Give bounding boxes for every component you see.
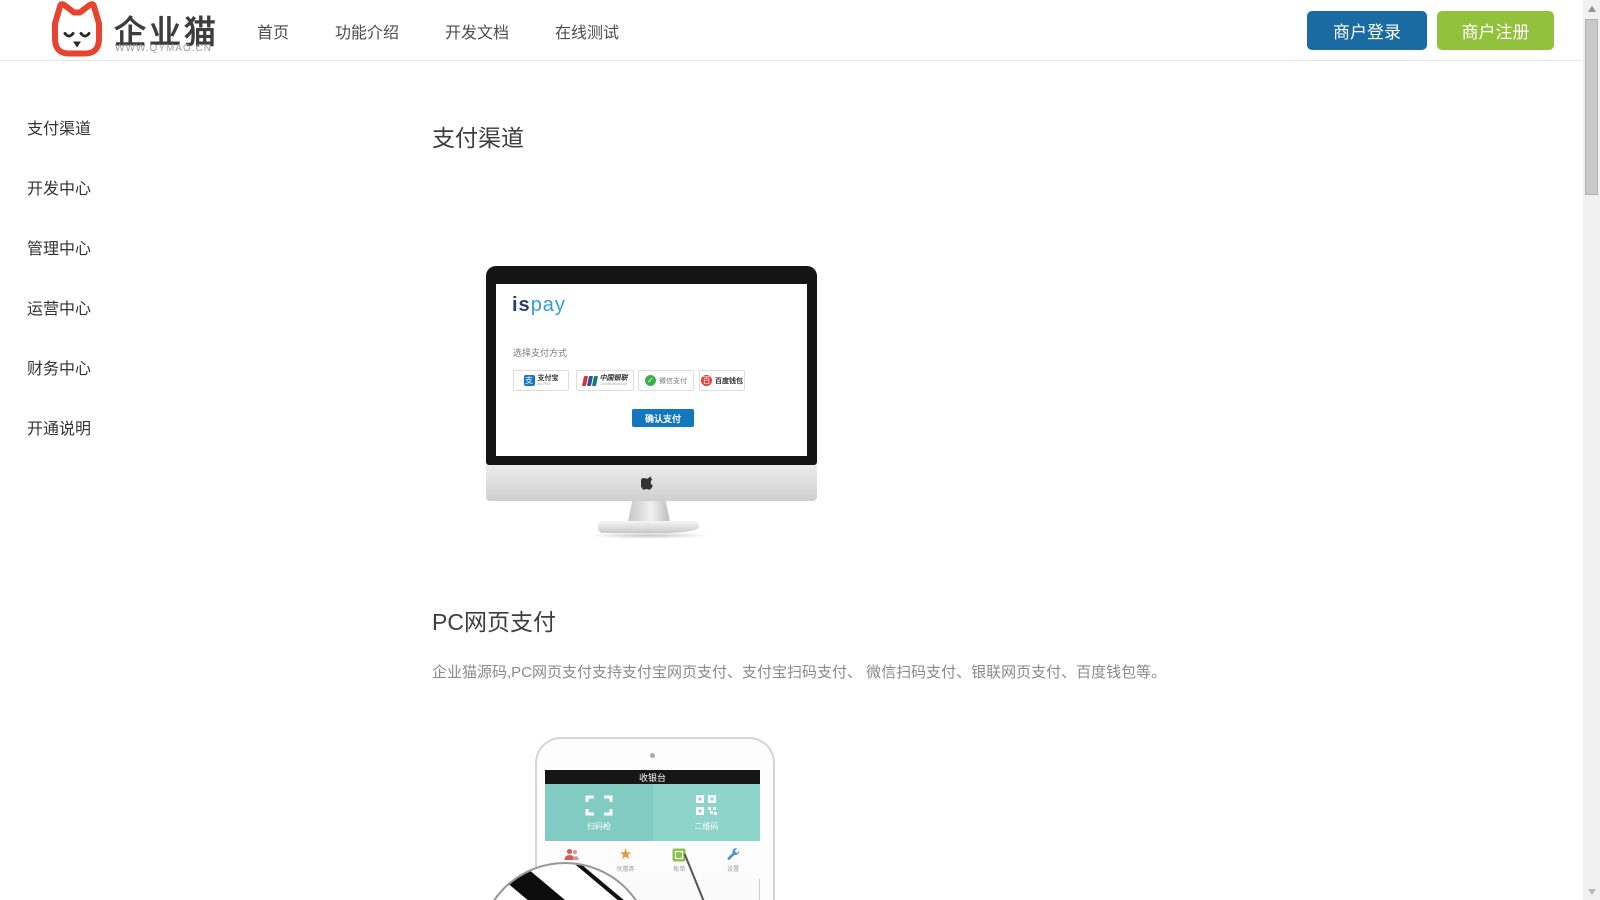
payment-option-unionpay: 中国银联 ChinaUnionpay: [576, 370, 634, 391]
ispay-logo-is: is: [512, 294, 531, 316]
baidu-wallet-icon: 百: [701, 375, 712, 386]
scroll-down-arrow-icon[interactable]: [1583, 883, 1600, 900]
payment-option-wechat: ✓ 微信支付: [638, 370, 694, 391]
settings-label: 设置: [727, 864, 739, 873]
docs-sidebar: 支付渠道 开发中心 管理中心 运营中心 财务中心 开通说明: [27, 97, 91, 457]
qr-code-panel: 二维码: [653, 784, 760, 841]
nav-item-online-test[interactable]: 在线测试: [555, 19, 619, 43]
alipay-sublabel: ALIPAY: [538, 382, 559, 386]
confirm-payment-button: 确认支付: [632, 409, 694, 427]
scrollbar-thumb[interactable]: [1585, 19, 1598, 195]
nav-item-features[interactable]: 功能介绍: [335, 19, 399, 43]
member-icon: [564, 848, 579, 861]
settings-tool: 设置: [706, 841, 760, 879]
wechat-pay-icon: ✓: [645, 375, 656, 386]
unionpay-sublabel: ChinaUnionpay: [600, 382, 628, 386]
sidebar-item-operation-center[interactable]: 运营中心: [27, 277, 91, 337]
choose-payment-label: 选择支付方式: [513, 346, 567, 359]
payment-option-baidu-wallet: 百 百度钱包: [699, 370, 745, 391]
sidebar-item-dev-center[interactable]: 开发中心: [27, 157, 91, 217]
wechat-pay-label: 微信支付: [659, 376, 687, 386]
sidebar-item-finance-center[interactable]: 财务中心: [27, 337, 91, 397]
sidebar-item-admin-center[interactable]: 管理中心: [27, 217, 91, 277]
unionpay-icon: [581, 376, 597, 386]
apple-logo-icon: [641, 475, 655, 492]
top-navigation-bar: 企业猫 WWW.QYMAO.CN 首页 功能介绍 开发文档 在线测试 商户登录 …: [0, 0, 1600, 61]
alipay-icon: 支: [524, 375, 535, 386]
brand-domain: WWW.QYMAO.CN: [115, 43, 212, 54]
merchant-login-button[interactable]: 商户登录: [1307, 11, 1427, 50]
vertical-scrollbar[interactable]: [1583, 0, 1600, 900]
tablet-camera-icon: [650, 753, 655, 758]
scroll-up-arrow-icon[interactable]: [1583, 0, 1600, 17]
nav-item-docs[interactable]: 开发文档: [445, 19, 509, 43]
section-heading-pc-web-payment: PC网页支付: [432, 603, 556, 637]
main-nav: 首页 功能介绍 开发文档 在线测试: [257, 0, 619, 61]
sidebar-item-activation-guide[interactable]: 开通说明: [27, 397, 91, 457]
wrench-icon: [726, 847, 741, 862]
qr-code-icon: [695, 794, 719, 817]
bill-tool: 账单: [653, 841, 707, 879]
qr-code-label: 二维码: [695, 821, 719, 832]
nav-item-home[interactable]: 首页: [257, 19, 289, 43]
merchant-register-button[interactable]: 商户注册: [1437, 11, 1554, 50]
coupon-label: 优惠券: [617, 864, 635, 873]
baidu-wallet-label: 百度钱包: [715, 376, 743, 386]
sidebar-item-payment-channels[interactable]: 支付渠道: [27, 97, 91, 157]
scan-gun-panel: 扫码枪: [545, 784, 653, 841]
qymao-cat-logo-icon: [46, 1, 108, 59]
imac-stand-neck: [628, 501, 670, 522]
section-description: 企业猫源码,PC网页支付支持支付宝网页支付、支付宝扫码支付、 微信扫码支付、银联…: [432, 661, 1166, 682]
ispay-logo: ispay: [512, 294, 566, 317]
imac-shadow: [588, 532, 710, 539]
scan-gun-label: 扫码枪: [587, 821, 611, 832]
payment-option-alipay: 支 支付宝 ALIPAY: [513, 370, 569, 391]
scan-frame-icon: [584, 794, 614, 817]
cashier-titlebar: 收银台: [545, 770, 760, 784]
ispay-logo-pay: pay: [531, 294, 566, 316]
bill-label: 账单: [673, 864, 685, 873]
page-title: 支付渠道: [432, 119, 524, 153]
coupon-star-icon: ★: [619, 847, 632, 862]
